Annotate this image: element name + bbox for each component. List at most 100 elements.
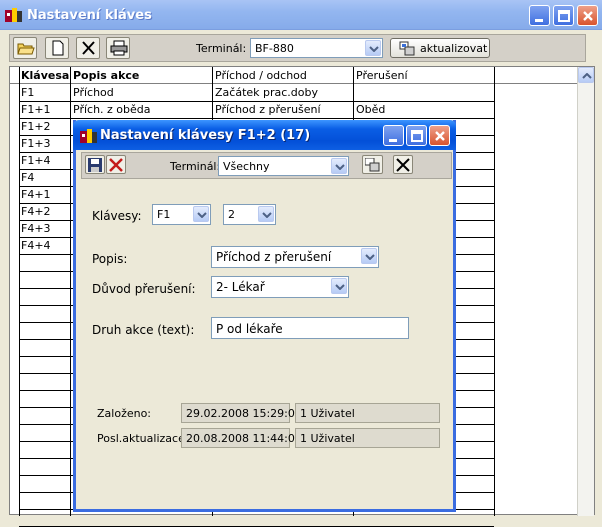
close-icon xyxy=(583,11,593,21)
terminal-settings-icon xyxy=(365,158,380,172)
delete-x-icon xyxy=(396,158,410,172)
table-cell[interactable]: F4+4 xyxy=(19,237,69,254)
table-cell[interactable]: Přích. z oběda xyxy=(71,101,211,118)
cancel-x-icon xyxy=(109,158,123,172)
dialog-close-button[interactable] xyxy=(429,125,450,146)
dialog-save-button[interactable] xyxy=(85,155,105,174)
description-value: Příchod z přerušení xyxy=(216,250,332,264)
key2-select[interactable]: 2 xyxy=(223,204,276,225)
description-select[interactable]: Příchod z přerušení xyxy=(211,246,379,268)
table-cell[interactable]: F1+3 xyxy=(19,135,69,152)
terminal-dropdown-button[interactable] xyxy=(365,40,381,56)
delete-x-icon xyxy=(82,41,95,55)
key1-select[interactable]: F1 xyxy=(152,204,211,225)
created-user-field: 1 Uživatel xyxy=(295,403,440,423)
dialog-terminal-config-button[interactable] xyxy=(362,155,383,174)
column-header-interruption[interactable]: Přerušení xyxy=(354,67,492,84)
table-cell[interactable]: F1 xyxy=(19,84,69,101)
main-window-title: Nastavení kláves xyxy=(27,8,152,23)
key1-value: F1 xyxy=(157,208,171,221)
table-cell[interactable]: F1+4 xyxy=(19,152,69,169)
dialog-toolbar: Terminál: Všechny xyxy=(81,152,452,179)
minimize-icon xyxy=(535,19,543,22)
dialog-terminal-value: Všechny xyxy=(223,160,270,173)
last-update-user: 1 Uživatel xyxy=(300,432,355,445)
chevron-down-icon xyxy=(197,212,207,218)
terminal-select-value: BF-880 xyxy=(255,42,294,55)
dialog-titlebar[interactable]: Nastavení klávesy F1+2 (17) xyxy=(73,120,456,150)
key-settings-dialog: Nastavení klávesy F1+2 (17) Terminál: Vš… xyxy=(73,120,456,512)
column-header-key[interactable]: Klávesa xyxy=(19,67,69,84)
table-column-divider xyxy=(494,67,495,516)
dialog-cancel-button[interactable] xyxy=(106,155,126,174)
table-cell[interactable]: F4+3 xyxy=(19,220,69,237)
maximize-icon xyxy=(558,10,570,22)
refresh-button[interactable]: aktualizovat xyxy=(390,38,490,58)
chevron-down-icon xyxy=(335,284,345,290)
dialog-delete-button[interactable] xyxy=(393,155,413,174)
interruption-reason-select[interactable]: 2- Lékař xyxy=(211,276,349,298)
table-cell[interactable]: F4+2 xyxy=(19,203,69,220)
open-button[interactable] xyxy=(13,37,37,59)
action-text-label: Druh akce (text): xyxy=(92,323,195,337)
new-button[interactable] xyxy=(45,37,69,59)
table-cell[interactable]: F4 xyxy=(19,169,69,186)
table-cell[interactable]: Začátek prac.doby xyxy=(213,84,351,101)
interruption-reason-dropdown-button[interactable] xyxy=(331,278,347,294)
minimize-button[interactable] xyxy=(529,5,550,26)
main-titlebar[interactable]: Nastavení kláves xyxy=(0,0,602,30)
column-header-description[interactable]: Popis akce xyxy=(71,67,211,84)
dialog-terminal-select[interactable]: Všechny xyxy=(218,156,349,176)
chevron-down-icon xyxy=(335,164,345,170)
table-cell[interactable]: F1+2 xyxy=(19,118,69,135)
keys-label: Klávesy: xyxy=(92,209,142,223)
key2-value: 2 xyxy=(228,208,235,221)
table-cell[interactable]: F1+1 xyxy=(19,101,69,118)
app-icon xyxy=(5,8,22,22)
table-cell[interactable]: Oběd xyxy=(354,101,492,118)
last-update-label: Posl.aktualizace: xyxy=(97,432,189,445)
table-cell[interactable]: Příchod z přerušení xyxy=(213,101,351,118)
chevron-up-icon xyxy=(582,73,592,79)
scroll-up-button[interactable] xyxy=(578,67,594,83)
key1-dropdown-button[interactable] xyxy=(193,206,209,222)
terminal-label: Terminál: xyxy=(196,42,247,55)
new-document-icon xyxy=(52,40,64,56)
printer-icon xyxy=(110,40,128,56)
main-toolbar: Terminál: BF-880 aktualizovat xyxy=(9,34,586,62)
key2-dropdown-button[interactable] xyxy=(258,206,274,222)
terminal-select[interactable]: BF-880 xyxy=(250,38,383,58)
created-label: Založeno: xyxy=(97,407,152,420)
vertical-scrollbar[interactable] xyxy=(577,67,594,516)
table-cell[interactable]: Příchod xyxy=(71,84,211,101)
terminal-refresh-icon xyxy=(399,41,415,56)
maximize-button[interactable] xyxy=(553,5,574,26)
last-update-date-field: 20.08.2008 11:44:08 xyxy=(181,428,302,448)
interruption-reason-label: Důvod přerušení: xyxy=(92,282,196,296)
created-user: 1 Uživatel xyxy=(300,407,355,420)
close-button[interactable] xyxy=(577,5,598,26)
save-disk-icon xyxy=(88,158,102,172)
chevron-down-icon xyxy=(365,254,375,260)
dialog-terminal-label: Terminál: xyxy=(170,160,221,173)
minimize-icon xyxy=(389,139,397,142)
created-date: 29.02.2008 15:29:02 xyxy=(186,407,302,420)
delete-button[interactable] xyxy=(76,37,100,59)
dialog-minimize-button[interactable] xyxy=(383,125,404,146)
refresh-label: aktualizovat xyxy=(420,42,488,55)
action-text-value: P od lékaře xyxy=(216,322,283,336)
description-dropdown-button[interactable] xyxy=(361,248,377,264)
dialog-terminal-dropdown-button[interactable] xyxy=(331,158,347,174)
close-icon xyxy=(435,131,445,141)
last-update-date: 20.08.2008 11:44:08 xyxy=(186,432,302,445)
open-folder-icon xyxy=(17,43,35,55)
app-icon xyxy=(80,129,97,143)
last-update-user-field: 1 Uživatel xyxy=(295,428,440,448)
action-text-input[interactable]: P od lékaře xyxy=(211,317,409,339)
table-cell[interactable] xyxy=(354,84,492,101)
column-header-arrival[interactable]: Příchod / odchod xyxy=(213,67,351,84)
dialog-maximize-button[interactable] xyxy=(406,125,427,146)
print-button[interactable] xyxy=(106,37,130,59)
table-cell[interactable]: F4+1 xyxy=(19,186,69,203)
maximize-icon xyxy=(411,130,423,142)
